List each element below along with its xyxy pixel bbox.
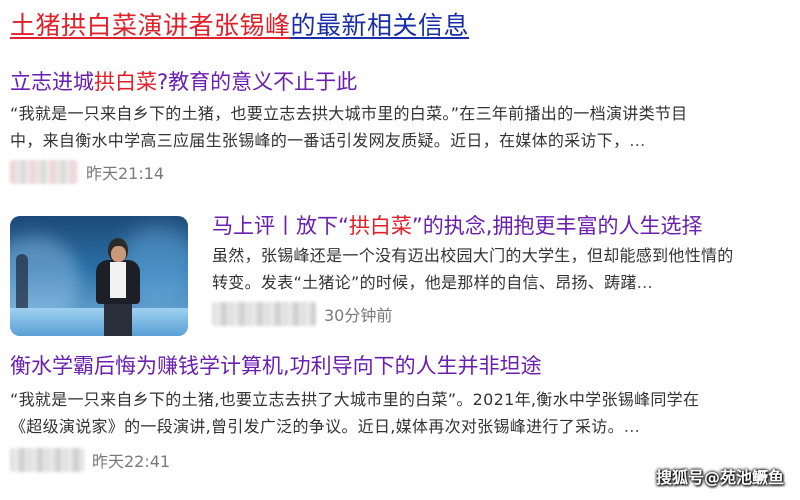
result-3-snippet-line-1: “我就是一只来自乡下的土猪,也要立志去拱了大城市里的白菜”。2021年,衡水中学… [10, 390, 700, 409]
result-3-time: 昨天22:41 [92, 452, 171, 471]
result-2-title-suffix[interactable]: ”的执念,拥抱更丰富的人生选择 [412, 214, 703, 238]
result-3-snippet: “我就是一只来自乡下的土猪,也要立志去拱了大城市里的白菜”。2021年,衡水中学… [10, 386, 790, 440]
result-2-snippet-line-1: 虽然，张锡峰还是一个没有迈出校园大门的大学生，但却能感到他性情的 [212, 246, 734, 265]
result-2-title-link[interactable]: 马上评丨放下“拱白菜”的执念,拥抱更丰富的人生选择 [212, 212, 792, 240]
result-1-title-prefix[interactable]: 立志进城 [10, 70, 94, 94]
header-suffix-link[interactable]: 的最新相关信息 [291, 6, 470, 42]
result-2-title-highlight[interactable]: 拱白菜 [349, 214, 412, 238]
result-1-title-suffix[interactable]: ?教育的意义不止于此 [157, 70, 357, 94]
result-1-title-highlight[interactable]: 拱白菜 [94, 70, 157, 94]
result-2-title-prefix[interactable]: 马上评丨放下“ [212, 214, 349, 238]
result-1-time: 昨天21:14 [86, 164, 165, 183]
result-1-snippet-line-2: 中，来自衡水中学高三应届生张锡峰的一番话引发网友质疑。近日，在媒体的采访下， [10, 131, 630, 150]
result-2-source-blurred [212, 302, 316, 326]
header-query-link[interactable]: 土猪拱白菜演讲者张锡峰 [10, 6, 291, 42]
result-1-snippet-line-1: “我就是一只来自乡下的土猪，也要立志去拱大城市里的白菜。”在三年前播出的一档演讲… [10, 104, 688, 123]
result-1-ellipsis: ... [629, 131, 646, 150]
news-result-1: 立志进城拱白菜?教育的意义不止于此 “我就是一只来自乡下的土猪，也要立志去拱大城… [10, 68, 790, 184]
news-result-3: 衡水学霸后悔为赚钱学计算机,功利导向下的人生并非坦途 “我就是一只来自乡下的土猪… [10, 352, 790, 472]
watermark-text: 搜狐号@苑池鳜鱼 [655, 468, 784, 487]
result-2-meta: 30分钟前 [212, 302, 792, 326]
result-1-title-link[interactable]: 立志进城拱白菜?教育的意义不止于此 [10, 68, 790, 96]
result-2-thumbnail[interactable] [10, 216, 188, 336]
result-2-time: 30分钟前 [324, 306, 393, 325]
result-2-snippet: 虽然，张锡峰还是一个没有迈出校园大门的大学生，但却能感到他性情的 转变。发表“土… [212, 242, 792, 296]
result-3-source-blurred [10, 448, 84, 472]
result-3-title-text[interactable]: 衡水学霸后悔为赚钱学计算机,功利导向下的人生并非坦途 [10, 354, 542, 378]
result-1-source-blurred [10, 160, 78, 184]
result-3-title-link[interactable]: 衡水学霸后悔为赚钱学计算机,功利导向下的人生并非坦途 [10, 352, 790, 380]
result-1-snippet: “我就是一只来自乡下的土猪，也要立志去拱大城市里的白菜。”在三年前播出的一档演讲… [10, 100, 790, 154]
result-3-ellipsis: ... [623, 417, 641, 436]
result-1-meta: 昨天21:14 [10, 160, 790, 184]
result-2-snippet-line-2: 转变。发表“土猪论”的时候，他是那样的自信、昂扬、踌躇 [212, 273, 637, 292]
result-2-ellipsis: ... [636, 273, 653, 292]
news-result-2: 马上评丨放下“拱白菜”的执念,拥抱更丰富的人生选择 虽然，张锡峰还是一个没有迈出… [10, 212, 790, 337]
results-header[interactable]: 土猪拱白菜演讲者张锡峰 的最新相关信息 [10, 4, 469, 44]
result-3-snippet-line-2: 《超级演说家》的一段演讲,曾引发广泛的争议。近日,媒体再次对张锡峰进行了采访。 [10, 417, 624, 436]
